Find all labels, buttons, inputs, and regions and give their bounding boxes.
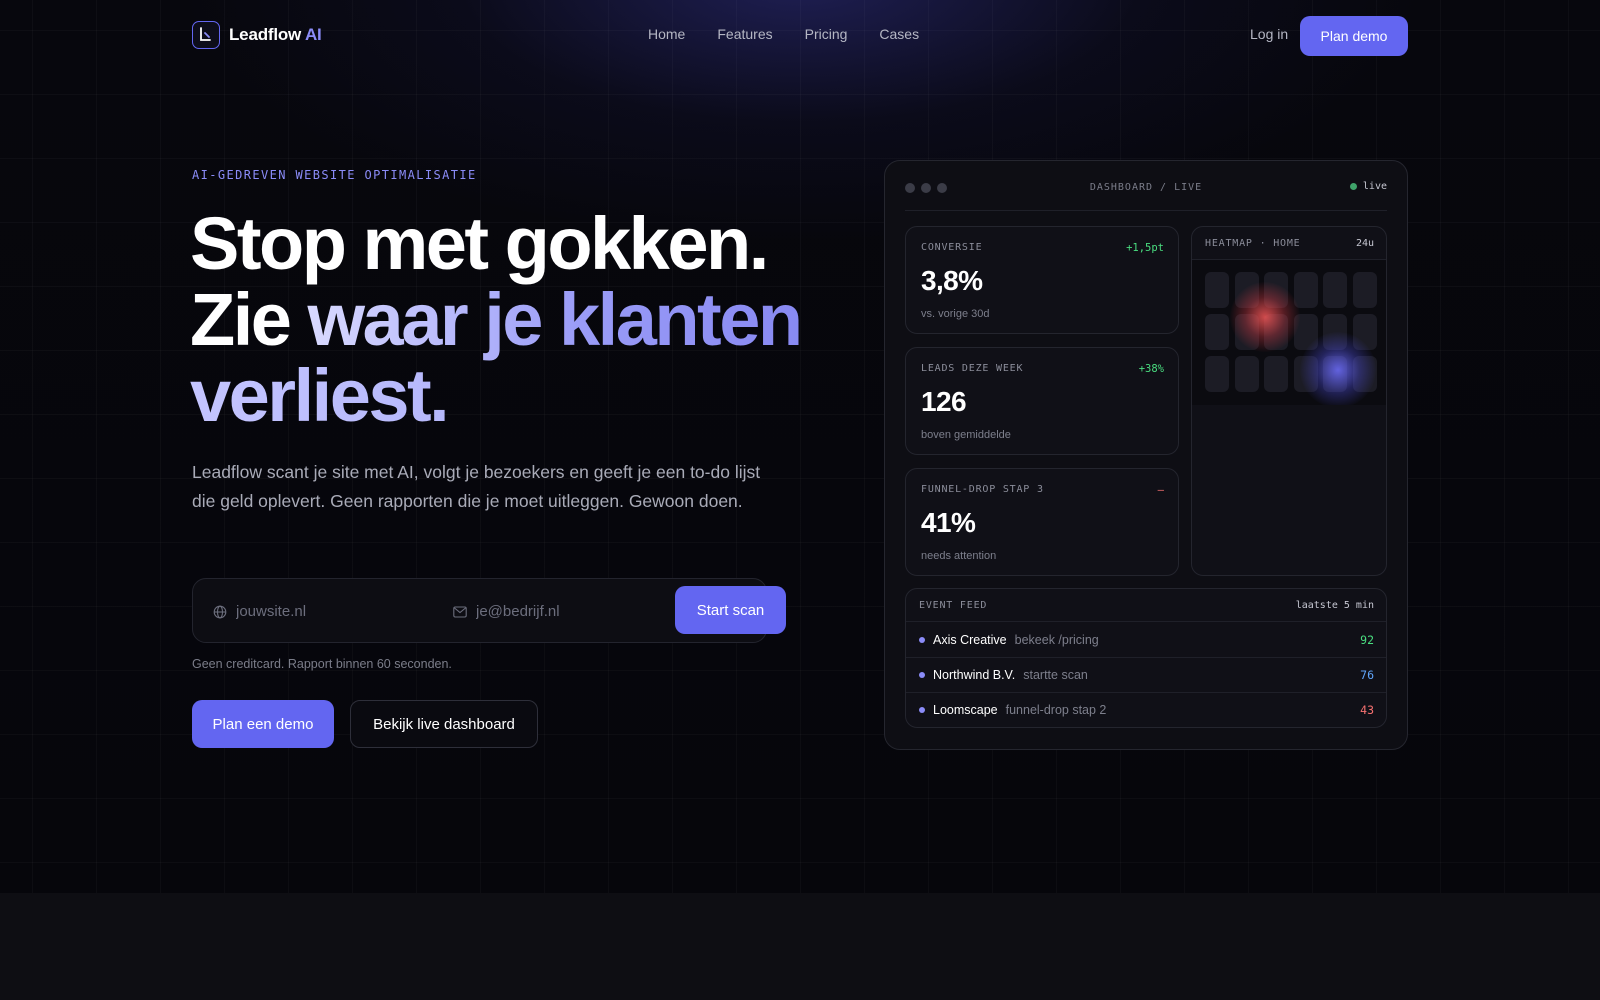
heatmap-cell — [1293, 314, 1318, 350]
metric-value: 3,8% — [921, 265, 983, 296]
feed-action: bekeek /pricing — [1014, 632, 1099, 647]
heatmap-cell — [1264, 356, 1288, 392]
nav-item-features[interactable]: Features — [717, 26, 772, 42]
metric-label: CONVERSIE — [921, 242, 983, 253]
heatmap-title: HEATMAP · HOME — [1205, 238, 1301, 249]
metric-sub: needs attention — [921, 550, 997, 562]
heatmap-cell — [1264, 314, 1288, 350]
bullet-icon — [919, 636, 925, 643]
heatmap-cell — [1234, 314, 1259, 350]
event-feed-title: EVENT FEED — [919, 600, 988, 611]
feed-row[interactable]: Loomscape funnel-drop stap 2 43 — [906, 692, 1386, 727]
logo-icon — [192, 21, 220, 49]
brand-logo[interactable]: Leadflow AI — [192, 21, 322, 49]
brand-name: Leadflow AI — [229, 25, 322, 44]
plan-demo-button[interactable]: Plan demo — [1300, 16, 1408, 56]
metric-delta: – — [1157, 484, 1164, 496]
bullet-icon — [919, 672, 925, 678]
heatmap-cell — [1293, 356, 1318, 392]
login-link[interactable]: Log in — [1250, 26, 1288, 42]
feed-row[interactable]: Northwind B.V. startte scan 76 — [906, 657, 1386, 692]
feed-company: Northwind B.V. — [933, 668, 1016, 682]
metric-funnel-drop: FUNNEL-DROP STAP 3 – 41% needs attention — [905, 468, 1179, 576]
heatmap-cell — [1264, 272, 1288, 308]
metric-value: 41% — [921, 507, 976, 538]
dashboard-preview: DASHBOARD / LIVE live CONVERSIE +1,5pt 3… — [884, 160, 1408, 750]
metric-leads: LEADS DEZE WEEK +38% 126 boven gemiddeld… — [905, 347, 1179, 455]
heatmap-cell — [1352, 272, 1377, 308]
metric-label: FUNNEL-DROP STAP 3 — [921, 484, 1044, 495]
heatmap-area — [1192, 260, 1386, 405]
site-field — [213, 579, 426, 644]
feed-company: Loomscape — [933, 703, 998, 717]
live-indicator: live — [1349, 181, 1387, 192]
heatmap-range: 24u — [1355, 238, 1374, 249]
live-dot-icon — [1349, 183, 1357, 190]
heatmap-cell — [1205, 314, 1229, 350]
heatmap-cell — [1205, 272, 1229, 308]
headline-zie: Zie — [190, 278, 308, 361]
heatmap-cell — [1205, 356, 1229, 392]
feed-row[interactable]: Axis Creative bekeek /pricing 92 — [906, 622, 1386, 657]
heatmap-cell — [1352, 356, 1377, 392]
heatmap-grid — [1205, 272, 1377, 392]
heatmap-cell — [1234, 356, 1259, 392]
heatmap-cell — [1323, 314, 1347, 350]
headline-line-1: Stop met gokken. — [190, 202, 769, 285]
heatmap-cell — [1234, 272, 1259, 308]
feed-company: Axis Creative — [933, 632, 1007, 647]
nav-item-pricing[interactable]: Pricing — [805, 26, 848, 42]
feed-score: 92 — [1360, 632, 1374, 647]
metric-label: LEADS DEZE WEEK — [921, 363, 1024, 374]
heatmap-header: HEATMAP · HOME 24u — [1192, 227, 1386, 260]
hero-section: Leadflow AI Home Features Pricing Cases … — [0, 0, 1600, 893]
feed-action: funnel-drop stap 2 — [1005, 703, 1107, 717]
dashboard-titlebar: DASHBOARD / LIVE live — [905, 161, 1387, 211]
dashboard-title: DASHBOARD / LIVE — [1089, 182, 1203, 193]
mail-icon — [453, 605, 467, 618]
headline-line-3: verliest. — [190, 354, 450, 437]
form-note: Geen creditcard. Rapport binnen 60 secon… — [192, 657, 452, 671]
metric-sub: vs. vorige 30d — [921, 308, 990, 320]
heatmap-cell — [1293, 272, 1318, 308]
main-nav: Home Features Pricing Cases — [648, 26, 919, 42]
start-scan-button[interactable]: Start scan — [675, 586, 786, 634]
heatmap-cell — [1323, 356, 1347, 392]
metric-conversie: CONVERSIE +1,5pt 3,8% vs. vorige 30d — [905, 226, 1179, 334]
email-input[interactable] — [476, 603, 666, 620]
hero-lead: Leadflow scant je site met AI, volgt je … — [192, 462, 761, 511]
live-dashboard-button[interactable]: Bekijk live dashboard — [350, 700, 538, 748]
plan-een-demo-button[interactable]: Plan een demo — [192, 700, 334, 748]
feed-score: 76 — [1360, 668, 1374, 682]
hero-eyebrow: AI-GEDREVEN WEBSITE OPTIMALISATIE — [192, 168, 477, 182]
heatmap-cell — [1323, 272, 1347, 308]
globe-icon — [213, 605, 227, 618]
nav-item-cases[interactable]: Cases — [879, 26, 919, 42]
event-feed-range: laatste 5 min — [1295, 600, 1374, 611]
site-input[interactable] — [236, 603, 426, 620]
event-feed: EVENT FEED laatste 5 min Axis Creative b… — [905, 588, 1387, 728]
metric-sub: boven gemiddelde — [921, 429, 1011, 441]
feed-score: 43 — [1360, 703, 1374, 717]
metric-value: 126 — [921, 386, 967, 417]
hero-headline: Stop met gokken. Zie waar je klanten ver… — [190, 206, 870, 434]
bullet-icon — [919, 707, 925, 713]
feed-action: startte scan — [1023, 668, 1088, 682]
next-section — [0, 893, 1600, 1000]
heatmap-cell — [1352, 314, 1377, 350]
heatmap-card: HEATMAP · HOME 24u — [1191, 226, 1387, 576]
event-feed-header: EVENT FEED laatste 5 min — [906, 589, 1386, 622]
headline-gradient: waar je klanten — [307, 278, 803, 361]
metric-delta: +1,5pt — [1126, 242, 1164, 254]
email-field — [453, 579, 666, 644]
metric-delta: +38% — [1138, 363, 1164, 375]
nav-item-home[interactable]: Home — [648, 26, 685, 42]
